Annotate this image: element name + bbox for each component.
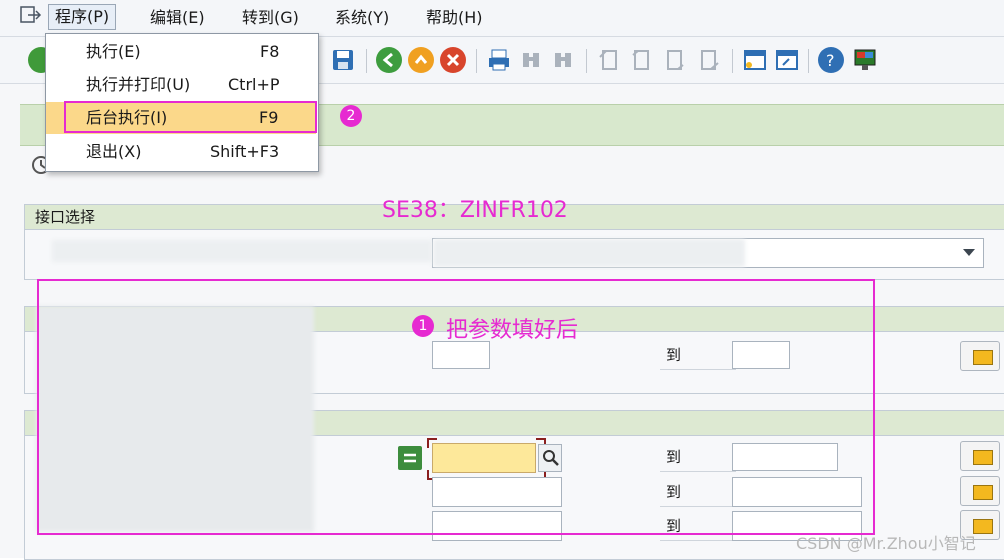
new-session-icon[interactable] <box>742 47 768 73</box>
find-icon[interactable] <box>518 47 544 73</box>
multiple-selection-button[interactable] <box>960 341 1000 371</box>
interface-select-value <box>433 239 745 267</box>
interface-label-blurred <box>52 240 432 262</box>
menu-system[interactable]: 系统(Y) <box>329 6 395 30</box>
exit-transaction-icon[interactable] <box>408 47 434 73</box>
multiple-selection-icon <box>973 519 993 534</box>
menu-item-shortcut: Shift+F3 <box>210 142 280 161</box>
background-execute-highlight <box>64 101 317 133</box>
menu-item-execute-print[interactable]: 执行并打印(U) Ctrl+P <box>46 69 316 101</box>
toolbar-separator <box>808 49 809 73</box>
first-page-icon[interactable] <box>596 47 622 73</box>
menu-help[interactable]: 帮助(H) <box>420 6 489 30</box>
watermark: CSDN @Mr.Zhou小智记 <box>796 534 976 553</box>
multiple-selection-icon <box>973 485 993 500</box>
toolbar-separator <box>476 49 477 73</box>
back-icon[interactable] <box>376 47 402 73</box>
menu-item-execute[interactable]: 执行(E) F8 <box>46 36 316 68</box>
multiple-selection-icon <box>973 450 993 465</box>
menu-program[interactable]: 程序(P) <box>48 4 117 30</box>
menu-item-label: 执行并打印(U) <box>86 75 191 94</box>
find-next-icon[interactable] <box>550 47 576 73</box>
multiple-selection-button[interactable] <box>960 441 1000 471</box>
next-page-icon[interactable] <box>662 47 688 73</box>
menu-item-label: 退出(X) <box>86 142 142 161</box>
print-icon[interactable] <box>486 47 512 73</box>
toolbar-separator <box>732 49 733 73</box>
step-1-text: 把参数填好后 <box>446 318 579 343</box>
cancel-icon[interactable] <box>440 47 466 73</box>
menu-item-shortcut: F8 <box>260 42 280 61</box>
svg-text:?: ? <box>826 51 835 70</box>
multiple-selection-icon <box>973 350 993 365</box>
layout-menu-icon[interactable] <box>852 47 878 73</box>
toolbar-separator <box>586 49 587 73</box>
program-name-annotation: SE38：ZINFR102 <box>382 198 568 223</box>
save-icon[interactable] <box>330 47 356 73</box>
step-1-badge: 1 <box>412 315 434 337</box>
menu-item-exit[interactable]: 退出(X) Shift+F3 <box>46 136 316 168</box>
shortcut-icon[interactable] <box>774 47 800 73</box>
exit-icon[interactable] <box>20 6 42 24</box>
last-page-icon[interactable] <box>696 47 722 73</box>
menu-edit[interactable]: 编辑(E) <box>144 6 211 30</box>
multiple-selection-button[interactable] <box>960 476 1000 506</box>
step-2-badge: 2 <box>340 105 362 127</box>
menu-goto[interactable]: 转到(G) <box>236 6 305 30</box>
menu-item-label: 执行(E) <box>86 42 141 61</box>
menu-item-shortcut: Ctrl+P <box>228 75 280 94</box>
previous-page-icon[interactable] <box>628 47 654 73</box>
toolbar-separator <box>366 49 367 73</box>
help-icon[interactable]: ? <box>818 47 844 73</box>
interface-select[interactable] <box>432 238 984 268</box>
dropdown-arrow-icon[interactable] <box>963 249 975 256</box>
